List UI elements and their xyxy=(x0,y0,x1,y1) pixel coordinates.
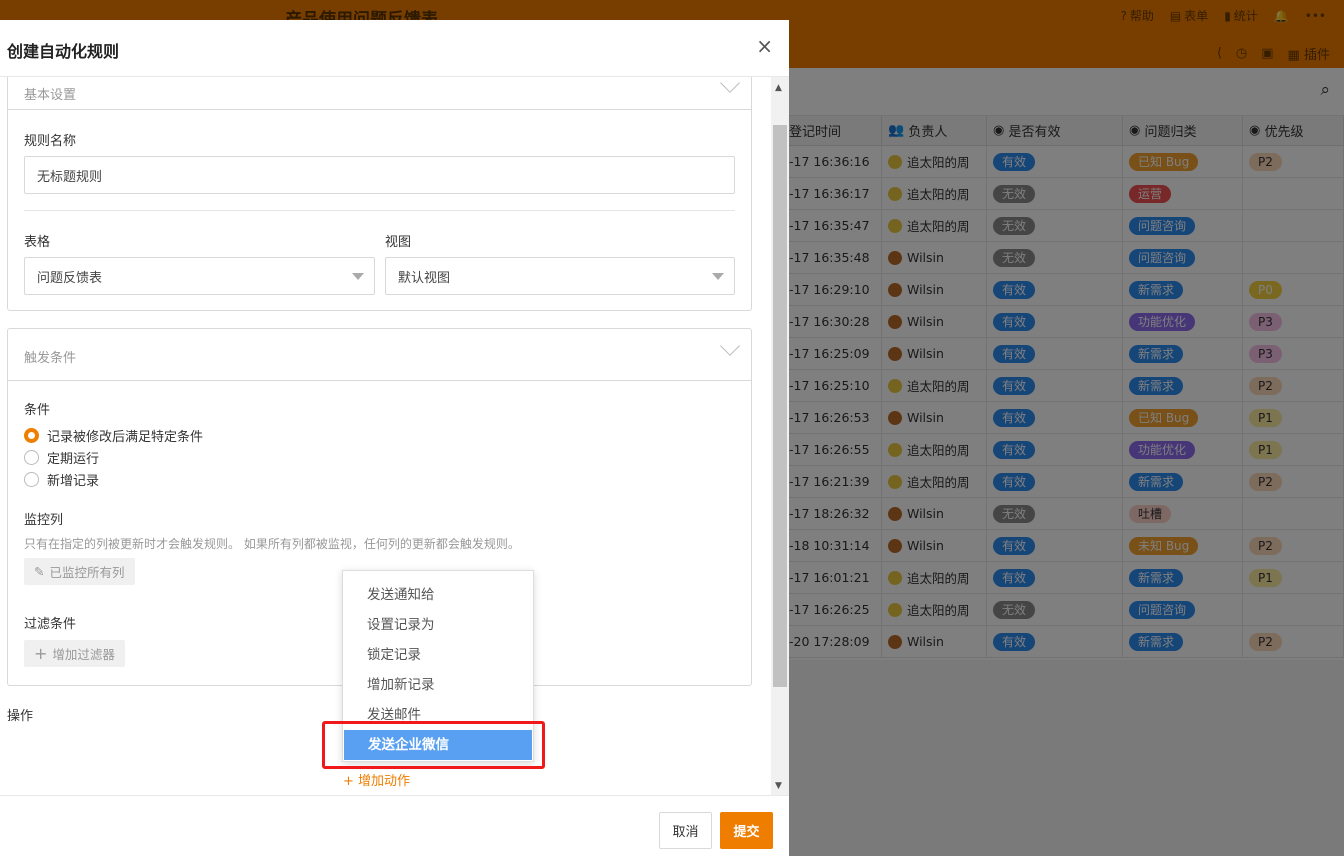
menu-item-set-record[interactable]: 设置记录为 xyxy=(343,610,533,640)
view-select[interactable]: 默认视图 xyxy=(385,257,735,295)
monitor-columns-button[interactable]: ✎ 已监控所有列 xyxy=(24,558,135,585)
annotation-highlight-box xyxy=(322,721,545,769)
basic-settings-title: 基本设置 xyxy=(24,88,77,103)
cancel-button[interactable]: 取消 xyxy=(659,812,712,849)
add-action-link[interactable]: + 增加动作 xyxy=(343,770,410,789)
close-icon[interactable]: × xyxy=(756,36,773,56)
menu-item-send-notification[interactable]: 发送通知给 xyxy=(343,580,533,610)
menu-item-lock-record[interactable]: 锁定记录 xyxy=(343,640,533,670)
divider xyxy=(24,210,735,211)
trigger-header[interactable]: 触发条件 xyxy=(8,329,751,381)
modal-footer: 取消 提交 xyxy=(0,795,789,856)
table-select[interactable]: 问题反馈表 xyxy=(24,257,375,295)
operation-label: 操作 xyxy=(7,709,34,724)
filter-label: 过滤条件 xyxy=(24,617,77,632)
table-label: 表格 xyxy=(24,235,51,250)
trigger-title: 触发条件 xyxy=(24,351,77,366)
monitor-hint: 只有在指定的列被更新时才会触发规则。 如果所有列都被监视，任何列的更新都会触发规… xyxy=(24,537,520,551)
radio-scheduled[interactable]: 定期运行 xyxy=(24,448,99,467)
rule-name-label: 规则名称 xyxy=(24,134,77,149)
modal-title: 创建自动化规则 xyxy=(7,42,120,61)
plus-icon: + xyxy=(34,644,48,663)
modal-scrollbar[interactable]: ▲ ▼ xyxy=(771,77,789,795)
chevron-down-icon xyxy=(720,77,740,93)
submit-button[interactable]: 提交 xyxy=(720,812,773,849)
radio-new-record[interactable]: 新增记录 xyxy=(24,470,99,489)
radio-checked-icon xyxy=(24,428,39,443)
radio-icon xyxy=(24,472,39,487)
monitor-label: 监控列 xyxy=(24,513,64,528)
menu-item-add-record[interactable]: 增加新记录 xyxy=(343,670,533,700)
scroll-down-icon[interactable]: ▼ xyxy=(775,781,782,791)
rule-name-input[interactable]: 无标题规则 xyxy=(24,156,735,194)
scrollbar-thumb[interactable] xyxy=(773,125,787,687)
modal-header: 创建自动化规则 × xyxy=(0,20,789,77)
scroll-up-icon[interactable]: ▲ xyxy=(775,83,782,93)
caret-down-icon xyxy=(712,273,724,280)
basic-settings-header[interactable]: 基本设置 xyxy=(8,77,751,110)
condition-label: 条件 xyxy=(24,403,51,418)
pencil-icon: ✎ xyxy=(34,564,45,579)
chevron-down-icon xyxy=(720,336,740,356)
radio-modified-condition[interactable]: 记录被修改后满足特定条件 xyxy=(24,426,203,445)
view-label: 视图 xyxy=(385,235,412,250)
radio-icon xyxy=(24,450,39,465)
basic-settings-panel: 基本设置 规则名称 无标题规则 表格 问题反馈表 视图 默认视图 xyxy=(7,77,752,311)
add-filter-button[interactable]: + 增加过滤器 xyxy=(24,640,125,667)
caret-down-icon xyxy=(352,273,364,280)
